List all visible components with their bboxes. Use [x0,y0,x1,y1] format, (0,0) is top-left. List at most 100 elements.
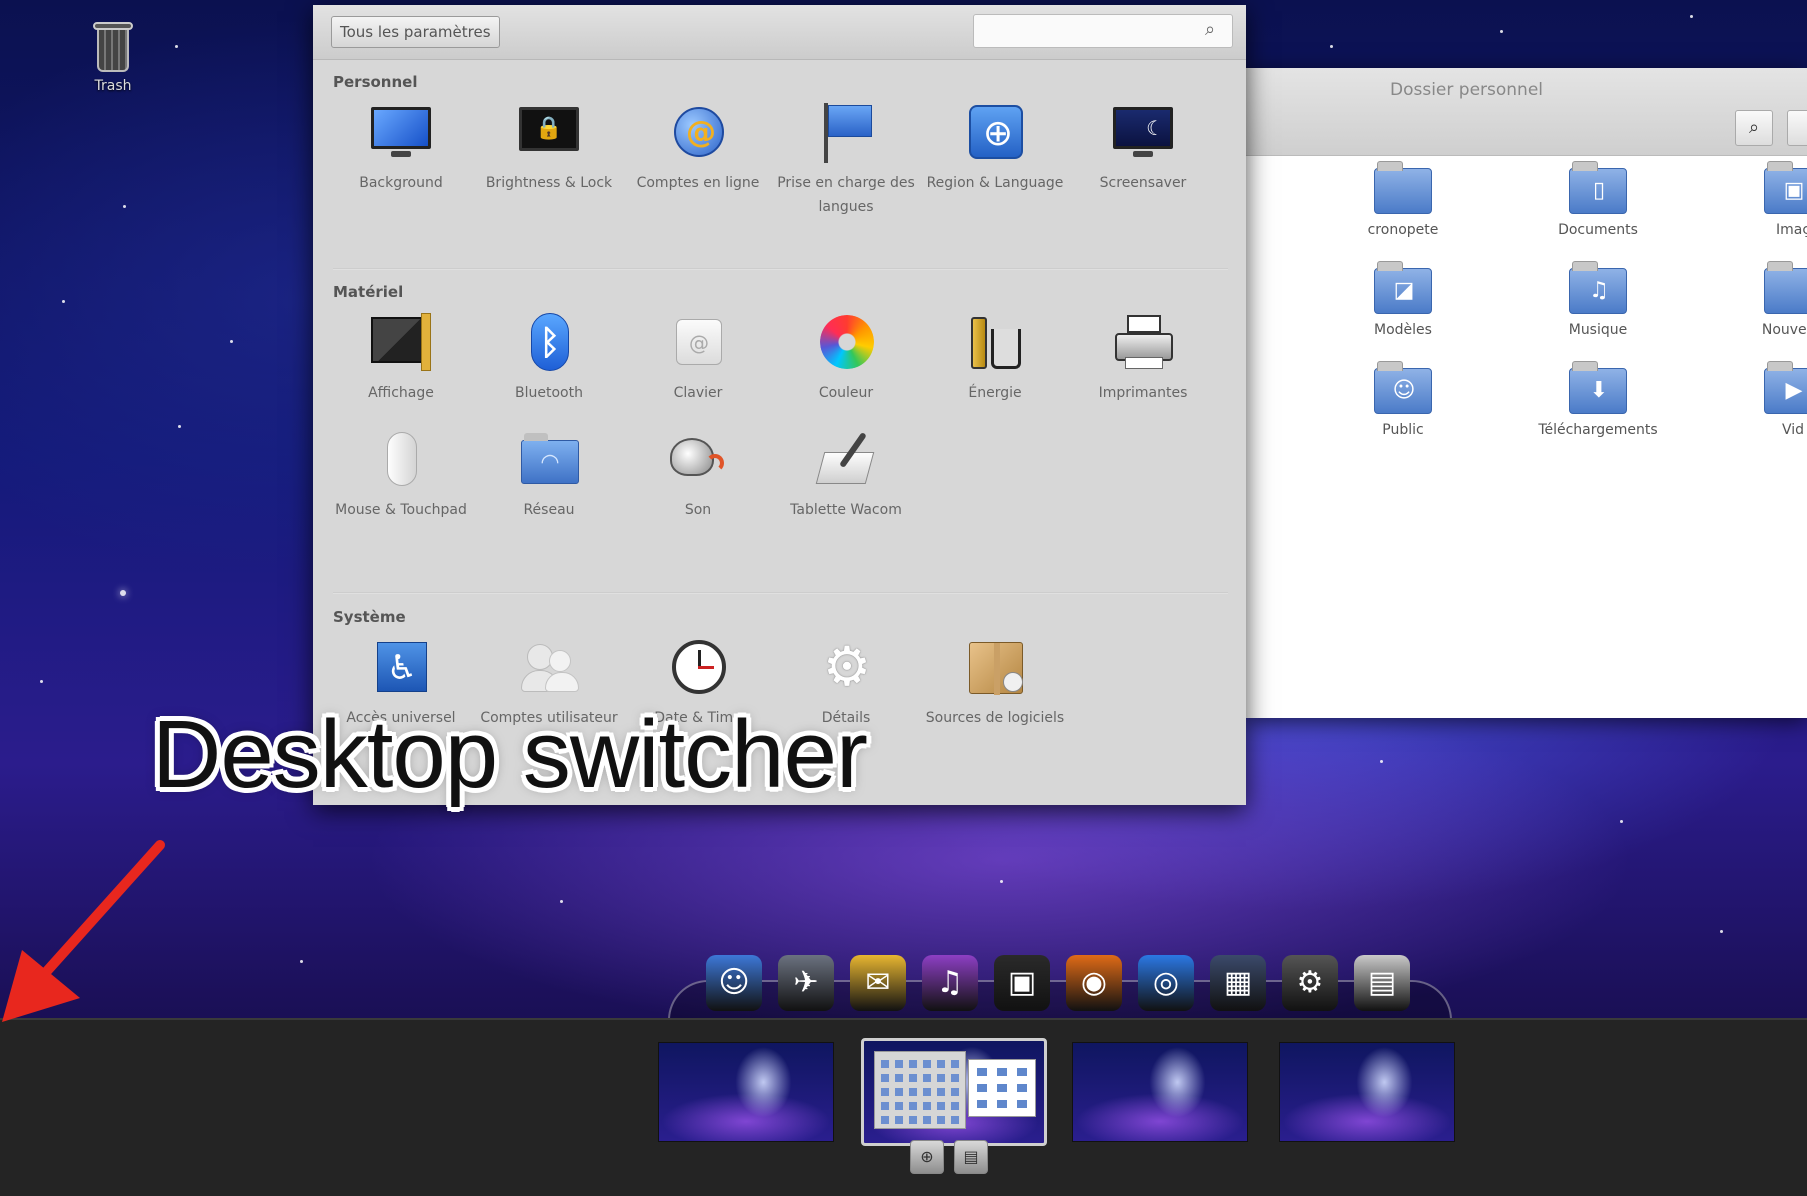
section-title: Système [333,608,406,626]
folder-label: Musique [1568,322,1628,338]
folder-label: Modèles [1374,322,1432,338]
star [230,340,233,343]
star [300,960,303,963]
star [1380,760,1383,763]
folder-icon [1374,161,1432,214]
settings-search-input[interactable] [973,14,1233,48]
settings-item[interactable]: Tablette Wacom [776,428,916,522]
printer-icon [1111,311,1175,375]
folder-music-icon: ♫ [1569,261,1627,314]
settings-item[interactable]: 🔒 Brightness & Lock [479,101,619,195]
settings-item[interactable]: Imprimantes [1073,311,1213,405]
settings-item[interactable]: ☾ Screensaver [1073,101,1213,195]
browser-icon[interactable]: ◎ [1138,955,1194,1011]
workspace-thumbnail[interactable] [1072,1042,1248,1142]
workspace-add-icon[interactable]: ⊕ [910,1140,944,1174]
network-icon: ◠ [517,428,581,492]
settings-item-label: Son [684,502,712,518]
mail-icon[interactable]: ✉ [850,955,906,1011]
files-search-button[interactable]: ⌕ [1735,110,1773,146]
settings-item-label: Comptes en ligne [636,175,760,191]
folder-label: Téléchargements [1538,422,1658,438]
rocket-icon[interactable]: ✈ [778,955,834,1011]
terminal-icon[interactable]: ▣ [994,955,1050,1011]
folder-item[interactable]: ⬇ Téléchargements [1508,361,1688,438]
settings-item-label: Mouse & Touchpad [335,502,467,518]
settings-item[interactable]: Sources de logiciels [925,636,1065,730]
bluetooth-icon: ᛒ [517,311,581,375]
settings-item-label: Affichage [368,385,434,401]
folder-icon [1764,261,1807,314]
section-divider [333,592,1228,594]
folder-pictures-icon: ▣ [1764,161,1807,214]
search-icon: ⌕ [1748,117,1760,138]
settings-item[interactable]: Region & Language [925,101,1065,195]
trash-icon [93,22,133,72]
files-icon[interactable]: ▤ [1354,955,1410,1011]
settings-item[interactable]: @ Clavier [628,311,768,405]
online-accounts-icon [666,101,730,165]
settings-item-label: Réseau [523,502,575,518]
gear-icon: ⚙ [822,635,872,698]
settings-item-label: Tablette Wacom [790,502,902,518]
folder-public-icon: ☺ [1374,361,1432,414]
settings-item[interactable]: Background [331,101,471,195]
keyboard-icon: @ [666,311,730,375]
app-grid-icon[interactable]: ▦ [1210,955,1266,1011]
settings-item-label: Couleur [818,385,874,401]
firefox-icon[interactable]: ◉ [1066,955,1122,1011]
accessibility-icon: ♿ [369,636,433,700]
star [62,300,65,303]
trash[interactable]: Trash [88,22,138,94]
music-player-icon[interactable]: ♫ [922,955,978,1011]
star [175,45,178,48]
workspace-thumbnail[interactable] [861,1038,1047,1146]
folder-label: Nouveau [1761,322,1807,338]
settings-window[interactable]: Tous les paramètres ⌕ Personnel Backgroun… [313,5,1246,805]
display-icon [369,311,433,375]
settings-item[interactable]: ◠ Réseau [479,428,619,522]
files-titlebar[interactable]: Dossier personnel ⌕ [1245,68,1807,156]
settings-item[interactable]: Couleur [776,311,916,405]
settings-item[interactable]: Affichage [331,311,471,405]
star [40,680,43,683]
files-toolbar-button[interactable] [1787,110,1807,146]
settings-item[interactable]: Prise en charge des langues [776,101,916,219]
folder-item[interactable]: ▯ Documents [1508,161,1688,238]
all-settings-button[interactable]: Tous les paramètres [331,16,500,48]
folder-item[interactable]: cronopete [1313,161,1493,238]
folder-download-icon: ⬇ [1569,361,1627,414]
star [1720,930,1723,933]
star [1330,45,1333,48]
workspace-files-icon[interactable]: ▤ [954,1140,988,1174]
settings-item[interactable]: Son [628,428,768,522]
settings-gear-icon[interactable]: ⚙ [1282,955,1338,1011]
sound-icon [666,428,730,492]
screensaver-icon: ☾ [1111,101,1175,165]
files-window[interactable]: Dossier personnel ⌕ cronopete ▯ Documents ▣… [1245,68,1807,718]
star [1690,15,1693,18]
annotation-label: Desktop switcher [152,701,868,808]
folder-item[interactable]: ▣ Imaç [1703,161,1807,238]
settings-item[interactable]: Mouse & Touchpad [331,428,471,522]
folder-item[interactable]: ♫ Musique [1508,261,1688,338]
section-title: Personnel [333,73,418,91]
folder-item[interactable]: Nouveau [1703,261,1807,338]
workspace-thumbnail[interactable] [1279,1042,1455,1142]
color-icon [814,311,878,375]
settings-item[interactable]: Comptes en ligne [628,101,768,195]
settings-item[interactable]: Énergie [925,311,1065,405]
star [1000,880,1003,883]
workspace-thumbnail[interactable] [658,1042,834,1142]
folder-item[interactable]: ▶ Vid [1703,361,1807,438]
section-title: Matériel [333,283,404,301]
settings-item-label: Screensaver [1099,175,1187,191]
folder-item[interactable]: ☺ Public [1313,361,1493,438]
folder-label: Imaç [1775,222,1807,238]
folder-item[interactable]: ◪ Modèles [1313,261,1493,338]
settings-item-label: Énergie [968,385,1022,401]
finder-icon[interactable]: ☺ [706,955,762,1011]
trash-label: Trash [94,78,132,94]
folder-label: Documents [1558,222,1638,238]
settings-item[interactable]: ᛒ Bluetooth [479,311,619,405]
